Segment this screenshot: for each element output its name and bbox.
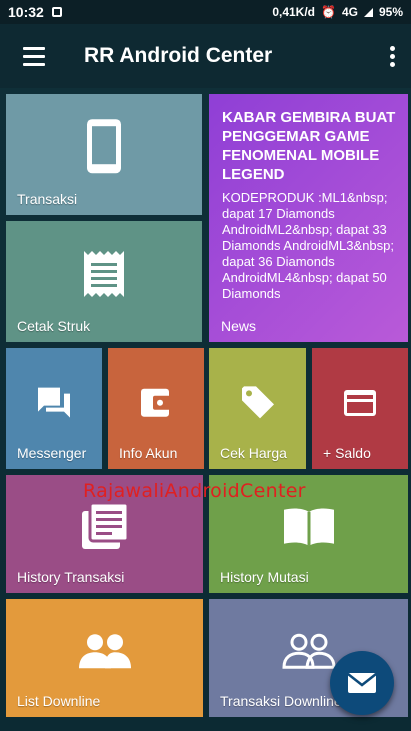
wallet-icon	[139, 386, 173, 423]
tile-saldo-label: + Saldo	[323, 445, 371, 461]
tile-list-downline-label: List Downline	[17, 693, 101, 709]
people-outline-icon	[281, 632, 337, 675]
news-label: News	[221, 318, 257, 334]
tile-cetak-struk-label: Cetak Struk	[17, 318, 91, 334]
status-time: 10:32	[8, 4, 44, 20]
tile-info-akun[interactable]: Info Akun	[108, 348, 204, 469]
alarm-icon: ⏰	[321, 5, 336, 19]
battery-percent: 95%	[378, 5, 403, 19]
receipt-icon	[82, 249, 126, 304]
book-icon	[282, 506, 336, 553]
phone-icon	[85, 117, 123, 180]
news-title: KABAR GEMBIRA BUAT PENGGEMAR GAME FENOME…	[222, 109, 396, 183]
notification-icon	[51, 7, 62, 17]
chat-icon	[36, 385, 72, 424]
watermark-text: RajawaliAndroidCenter	[83, 480, 306, 502]
tile-list-downline[interactable]: List Downline	[6, 599, 203, 717]
app-bar: RR Android Center	[0, 24, 411, 88]
tile-history-mutasi-label: History Mutasi	[220, 569, 309, 585]
tile-cetak-struk[interactable]: Cetak Struk	[6, 221, 202, 342]
more-vert-icon[interactable]	[390, 45, 395, 67]
tile-cek-harga-label: Cek Harga	[220, 445, 287, 461]
tile-transaksi-downline-label: Transaksi Downline	[220, 693, 342, 709]
status-right: 0,41K/d ⏰ 4G 95%	[272, 5, 403, 19]
tag-icon	[240, 384, 276, 425]
tile-history-transaksi-label: History Transaksi	[17, 569, 125, 585]
library-icon	[80, 501, 130, 556]
tile-messenger[interactable]: Messenger	[6, 348, 102, 469]
app-title: RR Android Center	[84, 44, 273, 67]
mail-fab-button[interactable]	[330, 651, 394, 715]
network-speed: 0,41K/d	[272, 5, 315, 19]
tile-grid: Transaksi Cetak Struk KABAR GEMBIRA BUAT…	[0, 88, 411, 731]
status-bar: 10:32 0,41K/d ⏰ 4G 95%	[0, 0, 411, 24]
card-icon	[342, 388, 378, 423]
tile-transaksi-label: Transaksi	[17, 191, 78, 207]
tile-transaksi[interactable]: Transaksi	[6, 94, 202, 215]
hamburger-icon[interactable]	[6, 28, 62, 84]
tile-cek-harga[interactable]: Cek Harga	[209, 348, 306, 469]
tile-saldo[interactable]: + Saldo	[312, 348, 408, 469]
tile-info-akun-label: Info Akun	[119, 445, 178, 461]
news-body: KODEPRODUK :ML1&nbsp; dapat 17 Diamonds …	[222, 190, 394, 301]
tile-messenger-label: Messenger	[17, 445, 87, 461]
mail-icon	[347, 673, 377, 693]
people-icon	[77, 632, 133, 675]
tile-news[interactable]: KABAR GEMBIRA BUAT PENGGEMAR GAME FENOME…	[209, 94, 408, 342]
signal-icon	[363, 7, 373, 17]
network-type: 4G	[341, 5, 358, 19]
